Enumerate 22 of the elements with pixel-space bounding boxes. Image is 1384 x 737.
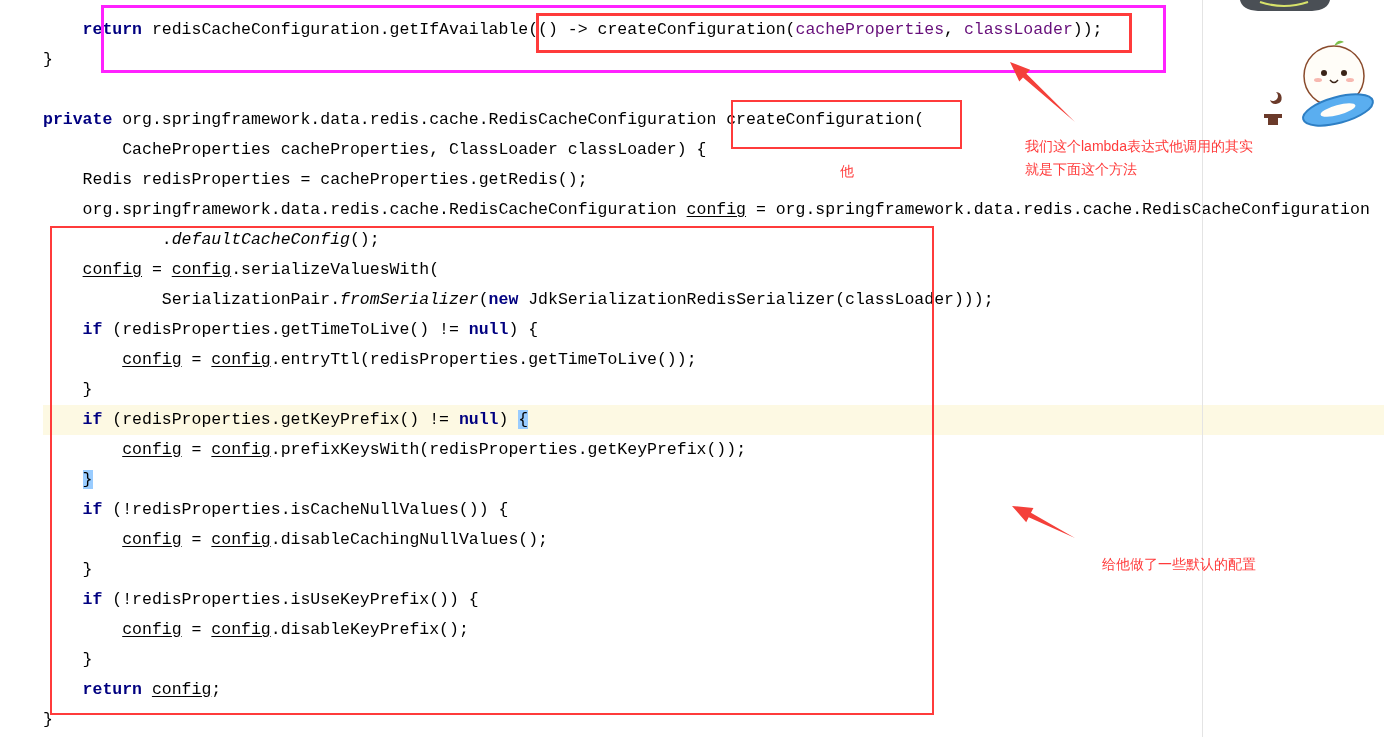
annotation-note: 他 xyxy=(840,162,854,181)
code-line: } xyxy=(82,559,93,581)
code-line: if (!redisProperties.isCacheNullValues()) { xyxy=(82,499,509,521)
code-line: config = config.serializeValuesWith( xyxy=(82,259,440,281)
code-line: org.springframework.data.redis.cache.RedisCacheConfiguration config = org.springframework.data.redis.cache.RedisCacheConfiguration xyxy=(82,199,1370,221)
code-line: } xyxy=(82,379,93,401)
code-line: config = config.prefixKeysWith(redisProperties.getKeyPrefix()); xyxy=(122,439,747,461)
annotation-note: 我们这个lambda表达式他调用的其实 就是下面这个方法 xyxy=(1025,137,1253,179)
code-line: } xyxy=(43,49,53,71)
code-line: .defaultCacheConfig(); xyxy=(161,229,380,251)
code-line: if (!redisProperties.isUseKeyPrefix()) { xyxy=(82,589,479,611)
code-line: Redis redisProperties = cacheProperties.getRedis(); xyxy=(82,169,588,191)
code-line: } xyxy=(43,709,53,731)
code-line: if (redisProperties.getKeyPrefix() != null) { xyxy=(82,409,529,431)
code-line: if (redisProperties.getTimeToLive() != null) { xyxy=(82,319,539,341)
annotation-note: 给他做了一些默认的配置 xyxy=(1102,555,1256,574)
code-line: CacheProperties cacheProperties, ClassLoader classLoader) { xyxy=(122,139,707,161)
code-line: config = config.disableCachingNullValues(); xyxy=(122,529,548,551)
code-line: } xyxy=(82,649,93,671)
code-line: return config; xyxy=(82,679,222,701)
code-line: config = config.disableKeyPrefix(); xyxy=(122,619,469,641)
code-line: config = config.entryTtl(redisProperties.getTimeToLive()); xyxy=(122,349,697,371)
